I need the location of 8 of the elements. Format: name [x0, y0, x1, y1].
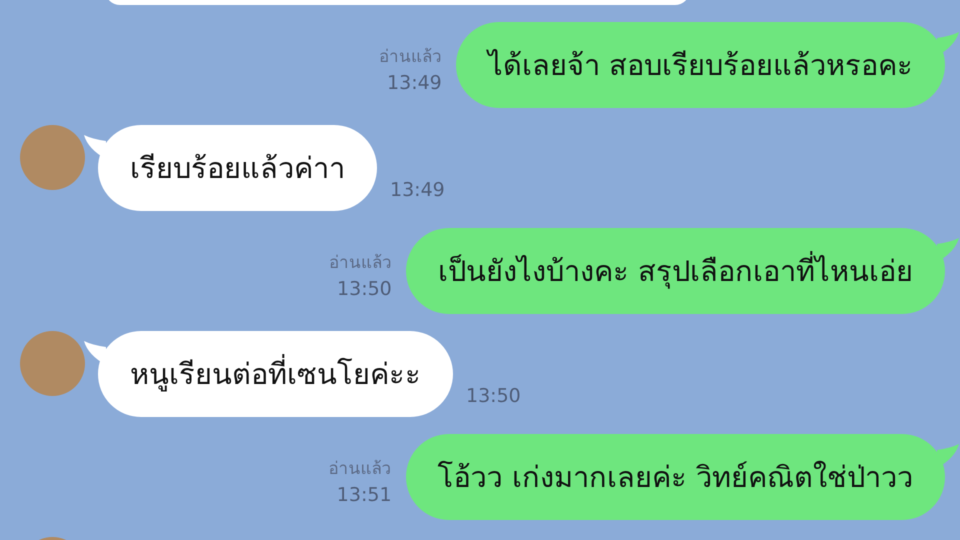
message-time: 13:50	[466, 384, 521, 409]
read-receipt: อ่านแล้ว	[378, 46, 442, 69]
message-time: 13:50	[337, 277, 392, 302]
read-receipt: อ่านแล้ว	[328, 458, 392, 481]
message-time: 13:49	[390, 178, 445, 203]
message-time: 13:51	[336, 483, 392, 508]
read-receipt: อ่านแล้ว	[328, 252, 392, 275]
message-time: 13:49	[387, 71, 442, 96]
